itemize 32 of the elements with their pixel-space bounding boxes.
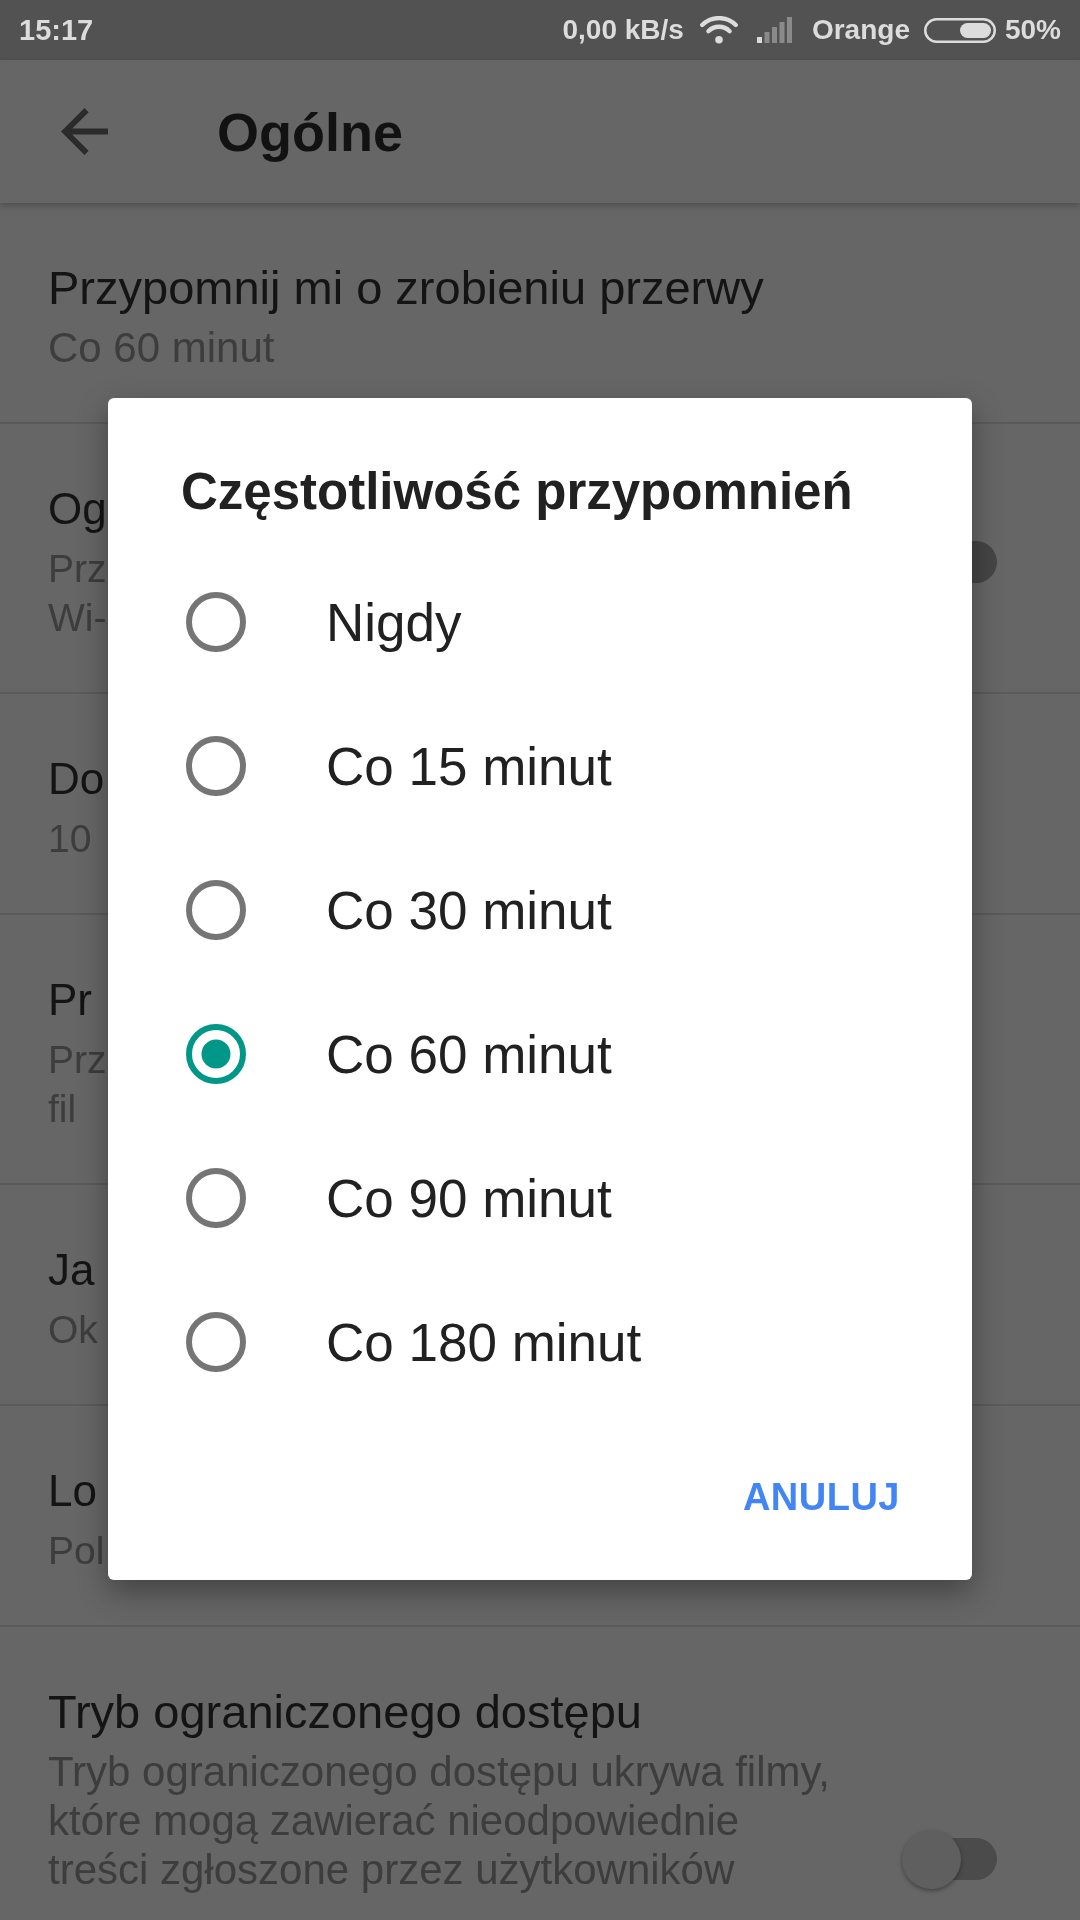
setting-title: Og [48,483,107,535]
radio-button[interactable] [186,880,246,940]
radio-button[interactable] [186,736,246,796]
radio-button[interactable] [186,592,246,652]
setting-title: Ja [48,1244,95,1296]
radio-option[interactable]: Co 90 minut [108,1126,921,1270]
radio-button[interactable] [186,1168,246,1228]
toggle-switch[interactable] [902,1830,997,1889]
setting-title: Lo [48,1465,97,1517]
radio-option[interactable]: Nigdy [108,550,921,694]
radio-option[interactable]: Co 60 minut [108,982,921,1126]
signal-icon [756,17,794,43]
battery-icon [923,17,996,43]
radio-option[interactable]: Co 180 minut [108,1270,921,1414]
back-arrow-icon[interactable] [61,108,108,155]
carrier-name: Orange [811,14,910,46]
dialog-title: Częstotliwość przypomnień [181,462,853,522]
toggle-switch[interactable] [971,540,997,583]
radio-option[interactable]: Co 15 minut [108,694,921,838]
setting-title: Pr [48,974,92,1026]
battery-percent: 50% [1004,14,1061,46]
radio-option[interactable]: Co 30 minut [108,838,921,982]
wifi-icon [698,16,739,44]
cancel-button[interactable]: ANULUJ [721,1442,921,1552]
setting-title: Przypomnij mi o zrobieniu przerwy [48,260,764,316]
setting-title: Tryb ograniczonego dostępu [48,1684,642,1740]
network-speed: 0,00 kB/s [562,14,684,46]
status-time: 15:17 [19,13,94,47]
radio-button[interactable] [186,1024,246,1084]
radio-button[interactable] [186,1312,246,1372]
page-title: Ogólne [217,100,403,163]
setting-title: Do [48,753,105,805]
